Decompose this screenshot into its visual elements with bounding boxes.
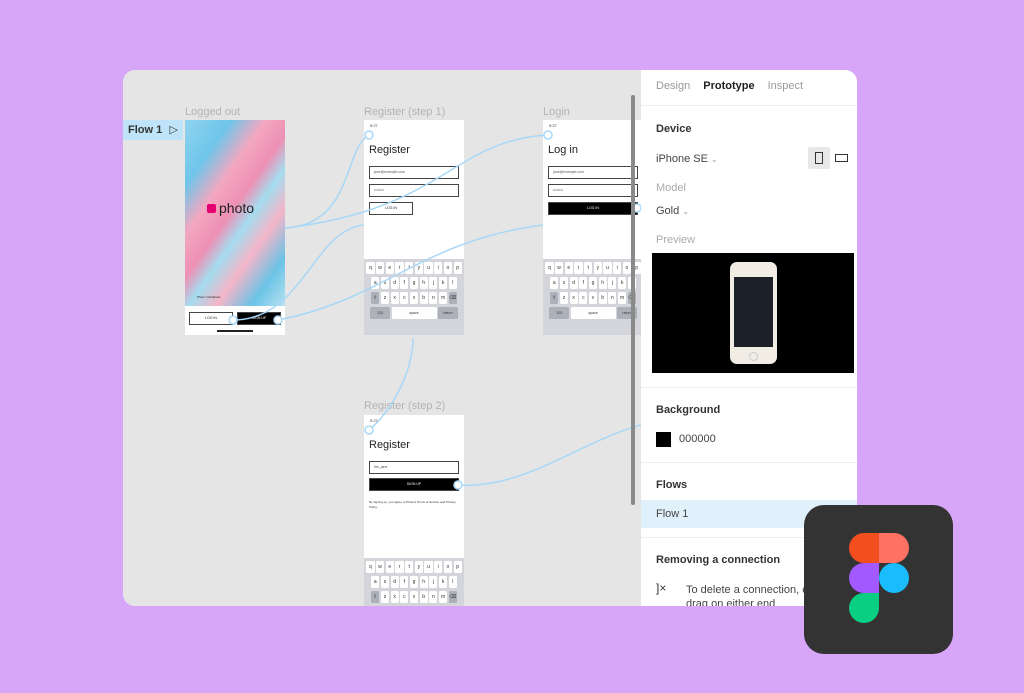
connector-handle (228, 315, 238, 325)
connector-handle (364, 425, 374, 435)
connector (232, 224, 365, 321)
portrait-icon (815, 152, 823, 164)
background-heading: Background (656, 404, 721, 416)
chevron-down-icon: ⌄ (711, 155, 718, 164)
prototype-canvas[interactable]: Flow 1 ▷ Logged out photo Photo Contribu… (123, 70, 641, 606)
figma-logo-mark (849, 533, 909, 623)
connector-handle (543, 130, 553, 140)
device-heading: Device (656, 123, 692, 135)
model-label: Model (656, 182, 686, 194)
connector-handle (453, 480, 463, 490)
canvas-scrollbar[interactable] (631, 95, 635, 505)
tab-design[interactable]: Design (656, 80, 690, 95)
background-swatch[interactable] (656, 432, 671, 447)
flows-heading: Flows (656, 479, 688, 491)
disconnect-icon: ]× (656, 581, 667, 595)
connectors (228, 130, 641, 490)
help-heading: Removing a connection (656, 554, 781, 566)
portrait-button[interactable] (808, 147, 830, 169)
panel-tabs: Design Prototype Inspect (641, 70, 857, 106)
device-preview (652, 253, 854, 373)
background-hex[interactable]: 000000 (679, 433, 716, 445)
connector-handle (273, 315, 283, 325)
connector (457, 424, 641, 487)
connector-handle (364, 130, 374, 140)
connector (368, 337, 414, 431)
device-select[interactable]: iPhone SE ⌄ (656, 153, 718, 165)
iphone-gold-image (730, 262, 777, 364)
connector (277, 224, 544, 321)
preview-label: Preview (656, 234, 696, 246)
chevron-down-icon: ⌄ (682, 207, 690, 216)
figma-window: Flow 1 ▷ Logged out photo Photo Contribu… (123, 70, 857, 606)
tab-prototype[interactable]: Prototype (703, 80, 754, 95)
landscape-button[interactable] (835, 154, 848, 162)
model-select[interactable]: Gold ⌄ (656, 205, 689, 217)
figma-logo (804, 505, 953, 654)
tab-inspect[interactable]: Inspect (768, 80, 803, 95)
